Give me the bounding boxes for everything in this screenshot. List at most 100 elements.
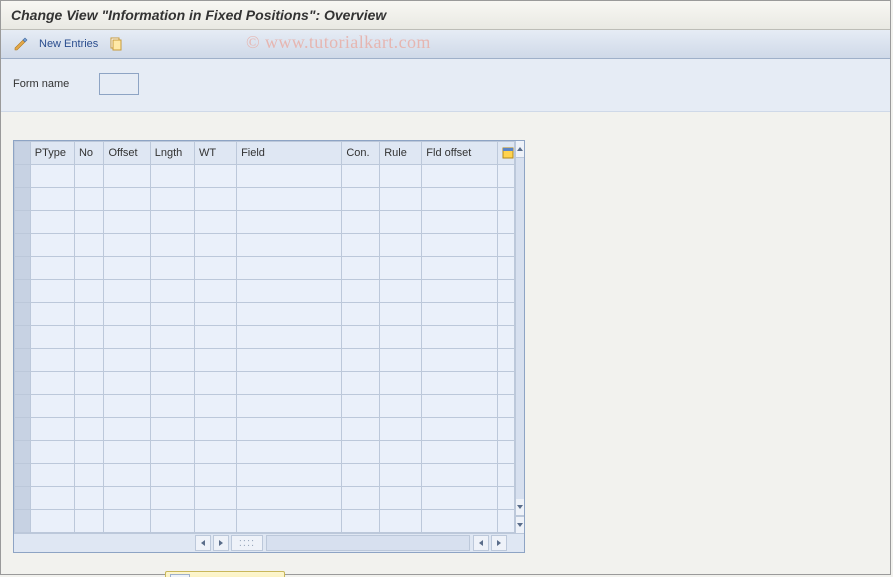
cell[interactable] xyxy=(104,211,150,234)
cell[interactable] xyxy=(150,303,194,326)
cell[interactable] xyxy=(194,372,236,395)
cell[interactable] xyxy=(422,234,498,257)
cell[interactable] xyxy=(237,257,342,280)
row-selector[interactable] xyxy=(15,487,31,510)
cell[interactable] xyxy=(237,372,342,395)
col-wt[interactable]: WT xyxy=(194,142,236,165)
cell[interactable] xyxy=(74,487,103,510)
cell[interactable] xyxy=(237,326,342,349)
cell[interactable] xyxy=(30,349,74,372)
position-button[interactable]: Position... xyxy=(165,571,285,577)
cell[interactable] xyxy=(342,326,380,349)
cell[interactable] xyxy=(150,165,194,188)
cell[interactable] xyxy=(422,487,498,510)
cell[interactable] xyxy=(150,188,194,211)
cell[interactable] xyxy=(237,211,342,234)
cell[interactable] xyxy=(104,280,150,303)
cell[interactable] xyxy=(30,441,74,464)
cell[interactable] xyxy=(104,441,150,464)
cell[interactable] xyxy=(30,188,74,211)
cell[interactable] xyxy=(237,188,342,211)
cell[interactable] xyxy=(150,418,194,441)
cell[interactable] xyxy=(194,326,236,349)
cell[interactable] xyxy=(150,510,194,533)
cell[interactable] xyxy=(30,211,74,234)
cell[interactable] xyxy=(194,257,236,280)
cell[interactable] xyxy=(150,257,194,280)
cell[interactable] xyxy=(30,487,74,510)
cell[interactable] xyxy=(194,349,236,372)
cell[interactable] xyxy=(380,441,422,464)
cell[interactable] xyxy=(74,280,103,303)
cell[interactable] xyxy=(380,349,422,372)
cell[interactable] xyxy=(194,441,236,464)
cell[interactable] xyxy=(104,303,150,326)
cell[interactable] xyxy=(342,487,380,510)
cell[interactable] xyxy=(380,234,422,257)
cell[interactable] xyxy=(380,211,422,234)
cell[interactable] xyxy=(104,165,150,188)
row-selector[interactable] xyxy=(15,165,31,188)
scroll-left-end-button[interactable] xyxy=(473,535,489,551)
row-selector[interactable] xyxy=(15,464,31,487)
configure-columns-button[interactable] xyxy=(498,142,515,165)
cell[interactable] xyxy=(380,188,422,211)
col-field[interactable]: Field xyxy=(237,142,342,165)
cell[interactable] xyxy=(74,441,103,464)
cell[interactable] xyxy=(380,487,422,510)
cell[interactable] xyxy=(237,303,342,326)
cell[interactable] xyxy=(342,441,380,464)
cell[interactable] xyxy=(237,487,342,510)
cell[interactable] xyxy=(237,441,342,464)
cell[interactable] xyxy=(30,418,74,441)
row-selector[interactable] xyxy=(15,418,31,441)
cell[interactable] xyxy=(194,487,236,510)
toggle-display-change-button[interactable] xyxy=(9,33,33,55)
cell[interactable] xyxy=(194,464,236,487)
cell[interactable] xyxy=(380,280,422,303)
cell[interactable] xyxy=(104,188,150,211)
cell[interactable] xyxy=(74,211,103,234)
cell[interactable] xyxy=(342,464,380,487)
cell[interactable] xyxy=(422,211,498,234)
cell[interactable] xyxy=(237,349,342,372)
cell[interactable] xyxy=(194,303,236,326)
cell[interactable] xyxy=(30,303,74,326)
cell[interactable] xyxy=(194,211,236,234)
cell[interactable] xyxy=(422,165,498,188)
cell[interactable] xyxy=(237,464,342,487)
cell[interactable] xyxy=(74,165,103,188)
cell[interactable] xyxy=(422,441,498,464)
cell[interactable] xyxy=(74,418,103,441)
cell[interactable] xyxy=(150,211,194,234)
cell[interactable] xyxy=(342,418,380,441)
cell[interactable] xyxy=(380,165,422,188)
row-selector[interactable] xyxy=(15,188,31,211)
cell[interactable] xyxy=(150,349,194,372)
form-name-input[interactable] xyxy=(99,73,139,95)
cell[interactable] xyxy=(237,510,342,533)
cell[interactable] xyxy=(150,464,194,487)
cell[interactable] xyxy=(422,510,498,533)
cell[interactable] xyxy=(74,188,103,211)
row-selector[interactable] xyxy=(15,326,31,349)
cell[interactable] xyxy=(194,418,236,441)
cell[interactable] xyxy=(422,303,498,326)
cell[interactable] xyxy=(30,165,74,188)
cell[interactable] xyxy=(74,395,103,418)
cell[interactable] xyxy=(237,395,342,418)
cell[interactable] xyxy=(342,303,380,326)
row-selector[interactable] xyxy=(15,441,31,464)
cell[interactable] xyxy=(380,464,422,487)
cell[interactable] xyxy=(74,234,103,257)
cell[interactable] xyxy=(380,418,422,441)
cell[interactable] xyxy=(422,188,498,211)
cell[interactable] xyxy=(237,234,342,257)
cell[interactable] xyxy=(342,349,380,372)
cell[interactable] xyxy=(74,372,103,395)
horizontal-scroll-thumb[interactable]: :::: xyxy=(231,535,263,551)
cell[interactable] xyxy=(422,349,498,372)
select-all-header[interactable] xyxy=(15,142,31,165)
row-selector[interactable] xyxy=(15,234,31,257)
cell[interactable] xyxy=(150,234,194,257)
